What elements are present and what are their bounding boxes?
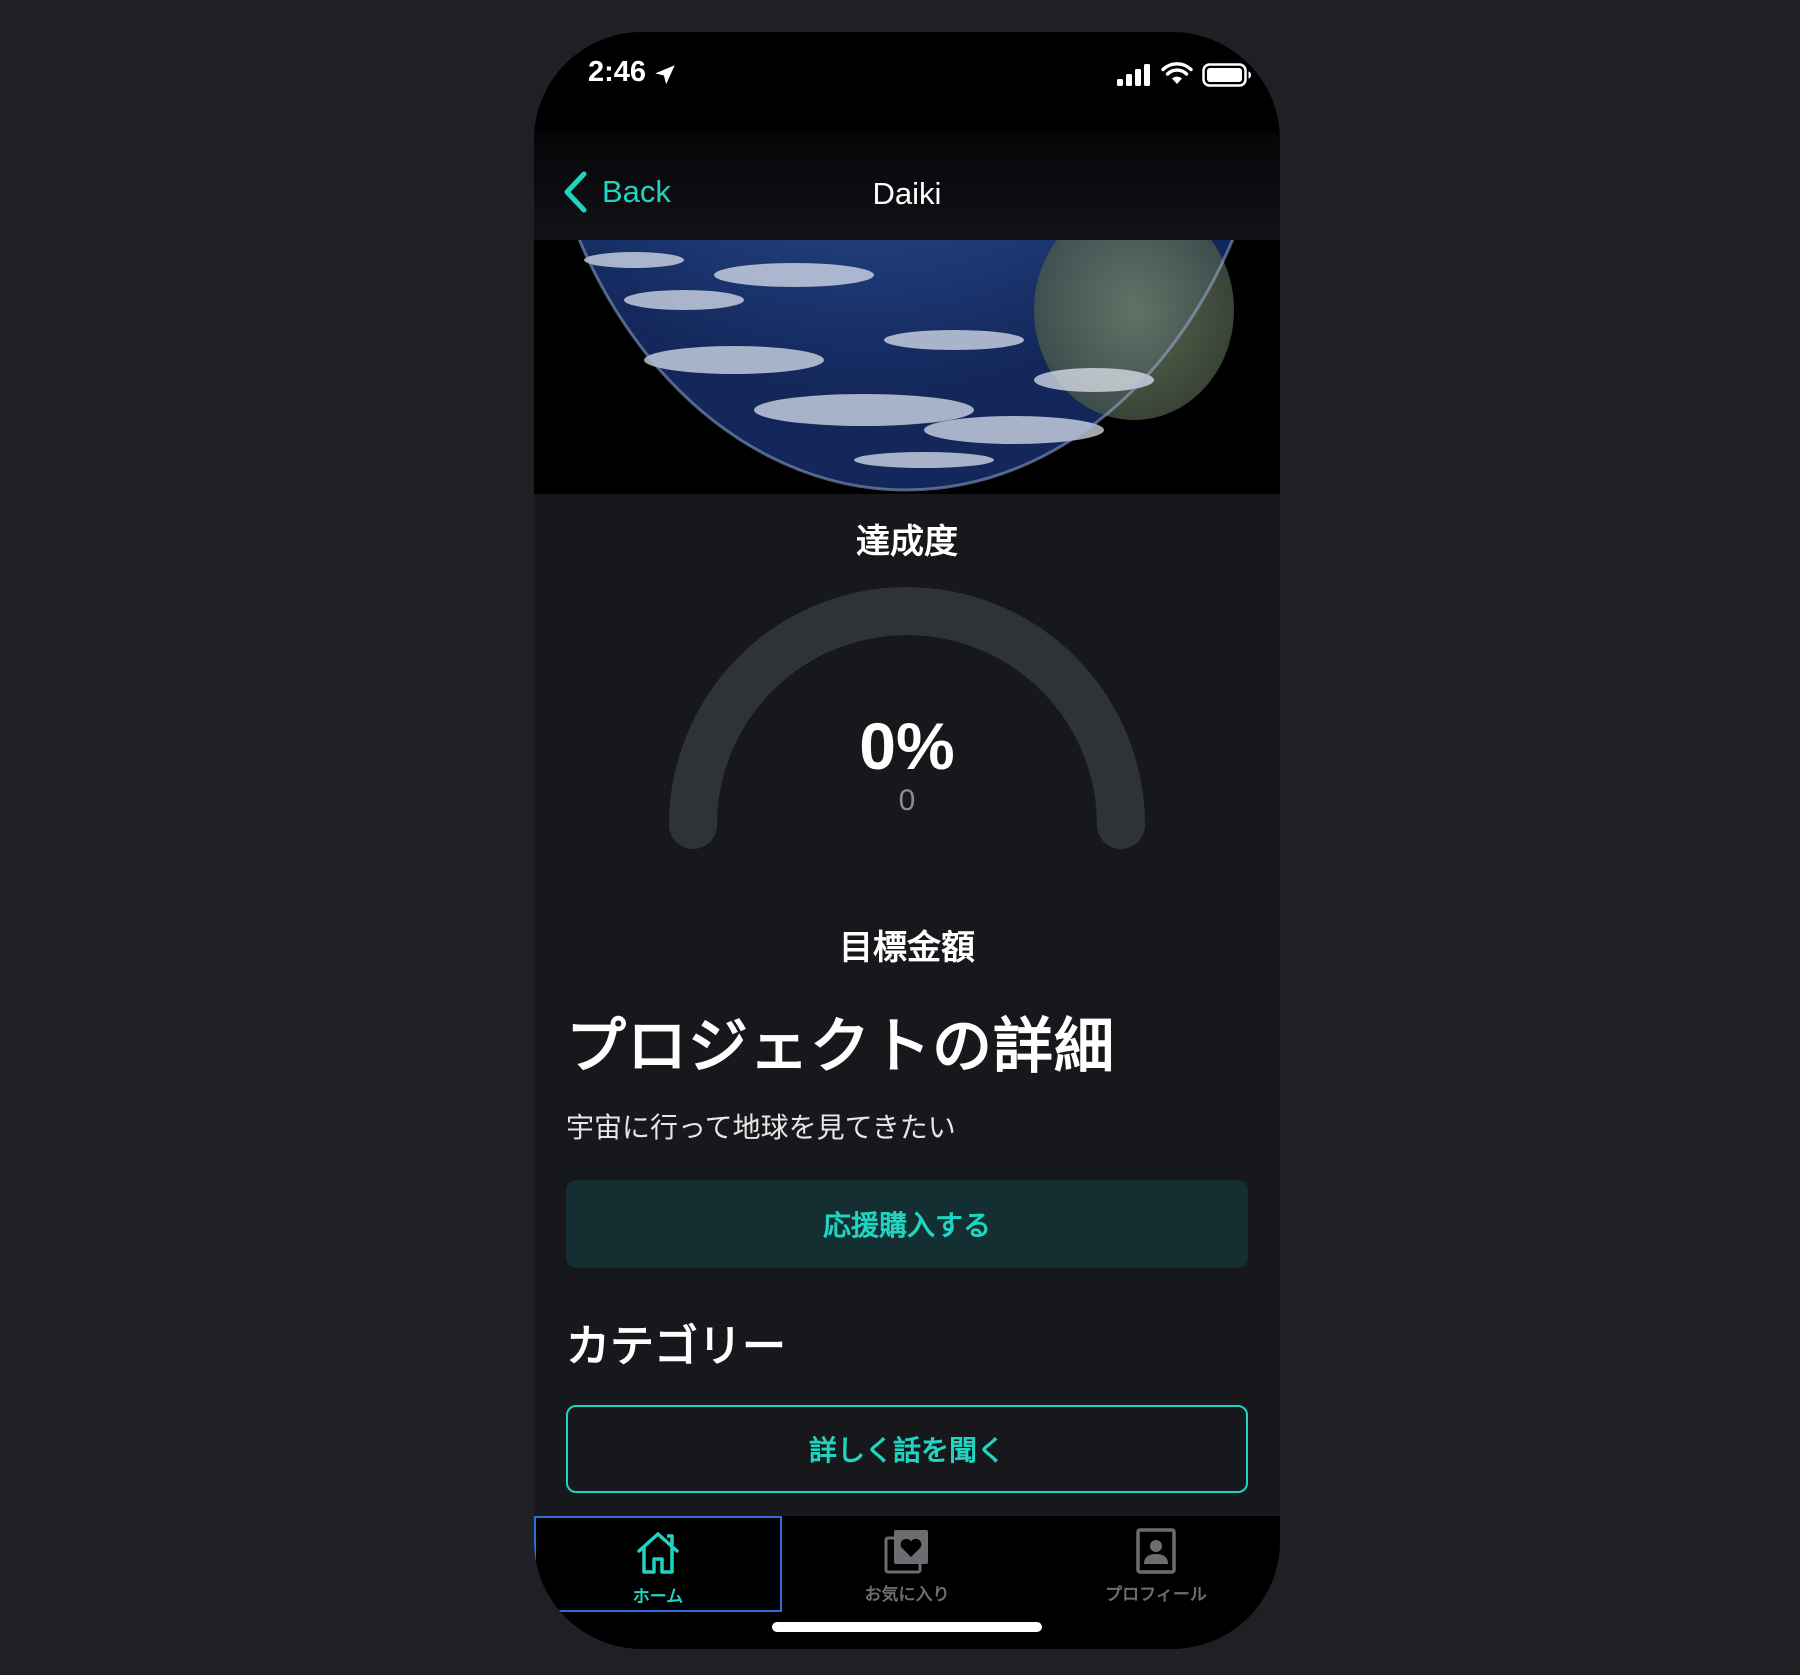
project-details-heading: プロジェクトの詳細 bbox=[566, 1012, 1115, 1082]
status-time: 2:46 bbox=[588, 56, 647, 88]
support-purchase-button[interactable]: 応援購入する bbox=[566, 1180, 1248, 1268]
battery-icon bbox=[1202, 63, 1251, 87]
status-bar: 2:46 bbox=[534, 32, 1280, 132]
home-indicator[interactable] bbox=[772, 1622, 1042, 1632]
tab-home[interactable]: ホーム bbox=[534, 1516, 782, 1612]
progress-amount: 0 bbox=[898, 784, 916, 817]
ask-details-button[interactable]: 詳しく話を聞く bbox=[566, 1405, 1248, 1493]
nav-title: Daiki bbox=[872, 176, 942, 211]
cellular-signal-icon bbox=[1117, 64, 1150, 86]
project-description: 宇宙に行って地球を見てきたい bbox=[566, 1111, 956, 1144]
tab-favorites-label: お気に入り bbox=[864, 1585, 950, 1605]
target-amount-label: 目標金額 bbox=[839, 928, 975, 968]
tab-profile-label: プロフィール bbox=[1105, 1585, 1207, 1605]
tab-favorites[interactable]: お気に入り bbox=[783, 1516, 1031, 1612]
location-arrow-icon bbox=[655, 65, 675, 85]
wifi-icon bbox=[1161, 62, 1193, 84]
phone-frame: 2:46 Back Daiki 達成度 0% 0 目標金額 プロジェクトの詳細 … bbox=[534, 32, 1280, 1649]
progress-percent: 0% bbox=[859, 709, 955, 783]
achievement-label: 達成度 bbox=[856, 522, 958, 562]
home-icon bbox=[637, 1532, 679, 1574]
profile-icon bbox=[1136, 1528, 1176, 1574]
favorites-heart-icon bbox=[884, 1530, 928, 1574]
notch bbox=[698, 32, 1116, 92]
category-heading: カテゴリー bbox=[566, 1321, 786, 1372]
navigation-bar: Back Daiki bbox=[534, 132, 1280, 240]
tab-home-label: ホーム bbox=[632, 1587, 684, 1607]
tab-profile[interactable]: プロフィール bbox=[1032, 1516, 1280, 1612]
hero-image-earth bbox=[534, 240, 1280, 494]
